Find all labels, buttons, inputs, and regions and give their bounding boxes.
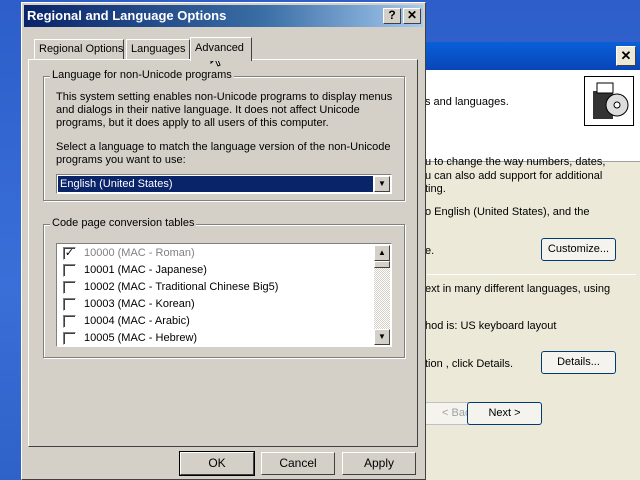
language-prompt-2: programs you want to use: <box>56 154 186 166</box>
background-separator <box>427 274 636 275</box>
tab-advanced[interactable]: Advanced <box>190 37 252 61</box>
checkbox[interactable] <box>63 331 76 345</box>
non-unicode-description-2: and dialogs in their native language. It… <box>56 104 360 116</box>
cancel-button[interactable]: Cancel <box>261 452 335 475</box>
list-item[interactable]: 10003 (MAC - Korean) <box>63 297 195 313</box>
checkbox[interactable] <box>63 263 76 277</box>
details-button[interactable]: Details... <box>541 351 616 374</box>
apply-button[interactable]: Apply <box>342 452 416 475</box>
checkbox[interactable] <box>63 314 76 328</box>
list-item[interactable]: ✓ 10000 (MAC - Roman) <box>63 246 195 262</box>
dialog-title-bar: Regional and Language Options ? ✕ <box>24 5 423 27</box>
background-line-4: o English (United States), and the <box>425 206 590 218</box>
ok-button[interactable]: OK <box>179 451 255 476</box>
scroll-thumb[interactable] <box>374 261 390 268</box>
background-line-8: tion , click Details. <box>425 358 514 370</box>
background-header-text: s and languages. <box>425 96 509 108</box>
background-line-3: ting. <box>425 183 446 195</box>
checkbox[interactable] <box>63 297 76 311</box>
checkbox[interactable] <box>63 280 76 294</box>
non-unicode-group: Language for non-Unicode programs This s… <box>43 69 405 201</box>
language-select-value: English (United States) <box>58 176 373 192</box>
background-line-2: u can also add support for additional <box>425 170 603 182</box>
background-line-7: hod is: US keyboard layout <box>425 320 557 332</box>
list-item[interactable]: 10005 (MAC - Hebrew) <box>63 331 197 347</box>
tab-regional-options[interactable]: Regional Options <box>34 39 124 59</box>
customize-button[interactable]: Customize... <box>541 238 616 261</box>
next-button[interactable]: Next > <box>467 402 542 425</box>
setup-globe-icon <box>584 76 634 126</box>
background-line-1: u to change the way numbers, dates, <box>425 156 606 168</box>
tab-languages[interactable]: Languages <box>126 39 190 59</box>
advanced-tab-panel: Language for non-Unicode programs This s… <box>28 59 418 447</box>
checkbox-checked[interactable]: ✓ <box>63 246 76 260</box>
background-line-6: ext in many different languages, using <box>425 283 611 295</box>
chevron-down-icon[interactable]: ▼ <box>374 176 390 192</box>
non-unicode-description-3: programs, but it does apply to all users… <box>56 117 329 129</box>
vertical-scrollbar[interactable]: ▲ ▼ <box>374 245 390 345</box>
scroll-up-icon[interactable]: ▲ <box>374 245 390 261</box>
list-item[interactable]: 10001 (MAC - Japanese) <box>63 263 207 279</box>
language-select[interactable]: English (United States) ▼ <box>56 174 392 194</box>
language-prompt-1: Select a language to match the language … <box>56 141 391 153</box>
code-page-group: Code page conversion tables ✓ 10000 (MAC … <box>43 217 405 358</box>
help-button[interactable]: ? <box>383 8 401 24</box>
non-unicode-legend: Language for non-Unicode programs <box>50 69 234 81</box>
scroll-down-icon[interactable]: ▼ <box>374 329 390 345</box>
close-button[interactable]: ✕ <box>403 8 421 24</box>
regional-language-dialog: Regional and Language Options ? ✕ Region… <box>21 2 426 480</box>
non-unicode-description-1: This system setting enables non-Unicode … <box>56 91 393 103</box>
code-page-list[interactable]: ✓ 10000 (MAC - Roman) 10001 (MAC - Japane… <box>56 243 392 347</box>
background-line-5: e. <box>425 245 435 257</box>
list-item[interactable]: 10004 (MAC - Arabic) <box>63 314 190 330</box>
list-item[interactable]: 10002 (MAC - Traditional Chinese Big5) <box>63 280 278 296</box>
dialog-title: Regional and Language Options <box>27 8 227 23</box>
code-page-legend: Code page conversion tables <box>50 217 197 229</box>
background-close-button[interactable]: ✕ <box>616 46 636 66</box>
